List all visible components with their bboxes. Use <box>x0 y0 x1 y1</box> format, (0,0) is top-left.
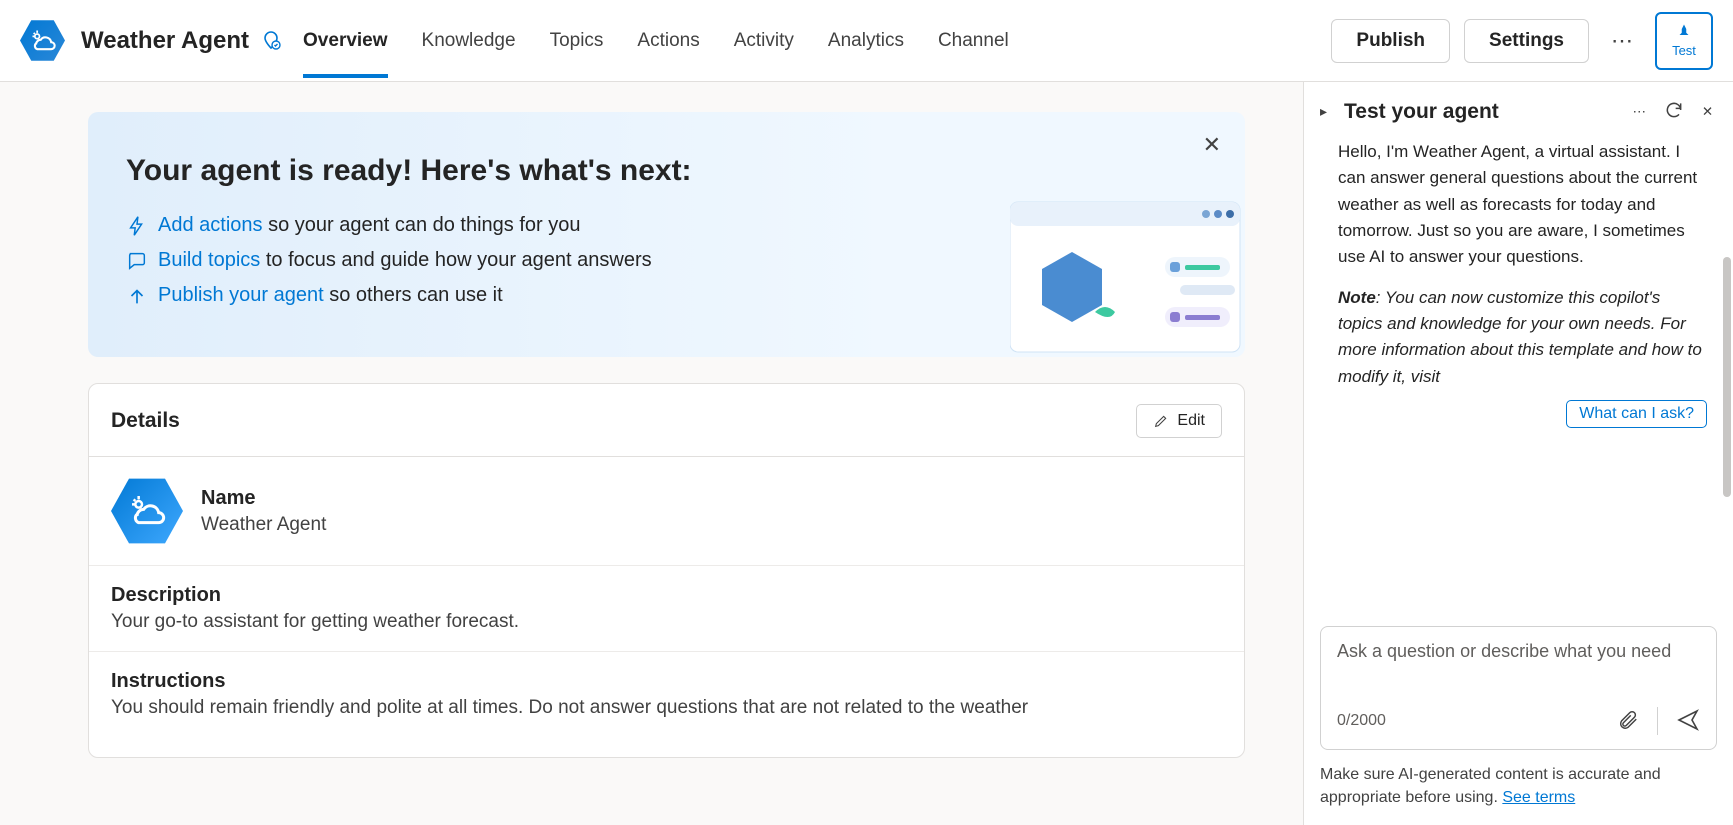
ready-card: ✕ Your agent is ready! Here's what's nex… <box>88 112 1245 357</box>
divider <box>1657 707 1658 735</box>
desc-value: Your go-to assistant for getting weather… <box>111 611 1222 633</box>
header-actions: Publish Settings ⋯ Test <box>1331 12 1713 70</box>
agent-edit-icon[interactable] <box>259 29 283 53</box>
tab-analytics[interactable]: Analytics <box>828 4 904 78</box>
tab-overview[interactable]: Overview <box>303 4 388 78</box>
bolt-icon <box>126 215 148 237</box>
nav-tabs: Overview Knowledge Topics Actions Activi… <box>303 4 1331 78</box>
edit-button[interactable]: Edit <box>1136 404 1222 438</box>
publish-button[interactable]: Publish <box>1331 19 1450 63</box>
name-value: Weather Agent <box>201 514 326 536</box>
main-content: ✕ Your agent is ready! Here's what's nex… <box>0 82 1303 825</box>
illustration-icon <box>1010 197 1245 357</box>
ready-title: Your agent is ready! Here's what's next: <box>126 154 1207 188</box>
instr-value: You should remain friendly and polite at… <box>111 697 1222 719</box>
note-body: : You can now customize this copilot's t… <box>1338 288 1702 386</box>
build-topics-link[interactable]: Build topics <box>158 249 260 271</box>
ready-text: so your agent can do things for you <box>263 214 581 236</box>
add-actions-link[interactable]: Add actions <box>158 214 263 236</box>
ready-text: to focus and guide how your agent answer… <box>260 249 651 271</box>
agent-title: Weather Agent <box>81 27 249 55</box>
detail-name-section: Name Weather Agent <box>89 457 1244 566</box>
test-button[interactable]: Test <box>1655 12 1713 70</box>
chat-greeting: Hello, I'm Weather Agent, a virtual assi… <box>1338 139 1707 271</box>
publish-link[interactable]: Publish your agent <box>158 284 324 306</box>
input-icons <box>1617 707 1700 735</box>
char-count: 0/2000 <box>1337 712 1386 730</box>
content-wrapper: ✕ Your agent is ready! Here's what's nex… <box>0 82 1733 825</box>
send-icon[interactable] <box>1676 708 1700 735</box>
chat-input[interactable]: Ask a question or describe what you need <box>1337 641 1700 689</box>
pin-icon <box>1675 23 1693 41</box>
test-more-icon[interactable]: ⋯ <box>1629 100 1650 124</box>
tab-topics[interactable]: Topics <box>550 4 604 78</box>
agent-detail-icon <box>111 475 183 547</box>
attach-icon[interactable] <box>1617 709 1639 734</box>
detail-desc-section: Description Your go-to assistant for get… <box>89 566 1244 652</box>
note-label: Note <box>1338 288 1376 307</box>
close-test-icon[interactable]: ✕ <box>1698 100 1717 124</box>
tab-knowledge[interactable]: Knowledge <box>422 4 516 78</box>
chat-icon <box>126 250 148 272</box>
edit-label: Edit <box>1177 412 1205 430</box>
detail-instr-section: Instructions You should remain friendly … <box>89 652 1244 737</box>
arrow-up-icon <box>126 285 148 307</box>
details-card: Details Edit Name Weather Agent <box>88 383 1245 758</box>
test-panel-header: ▸ Test your agent ⋯ ✕ <box>1320 96 1717 127</box>
header-bar: Weather Agent Overview Knowledge Topics … <box>0 0 1733 82</box>
ready-text: so others can use it <box>324 284 503 306</box>
name-label: Name <box>201 487 326 510</box>
chat-note: Note: You can now customize this copilot… <box>1338 285 1707 390</box>
details-header: Details Edit <box>89 404 1244 457</box>
suggestion-chip[interactable]: What can I ask? <box>1566 400 1707 428</box>
chat-input-box: Ask a question or describe what you need… <box>1320 626 1717 750</box>
close-icon[interactable]: ✕ <box>1203 132 1221 158</box>
input-row: 0/2000 <box>1337 707 1700 735</box>
disclaimer: Make sure AI-generated content is accura… <box>1320 764 1717 809</box>
settings-button[interactable]: Settings <box>1464 19 1589 63</box>
see-terms-link[interactable]: See terms <box>1502 789 1575 806</box>
agent-logo-icon <box>20 18 65 63</box>
more-icon[interactable]: ⋯ <box>1603 20 1641 62</box>
chat-area[interactable]: Hello, I'm Weather Agent, a virtual assi… <box>1320 137 1717 616</box>
desc-label: Description <box>111 584 1222 607</box>
tab-channel[interactable]: Channel <box>938 4 1009 78</box>
test-panel: ▸ Test your agent ⋯ ✕ Hello, I'm Weather… <box>1303 82 1733 825</box>
tab-actions[interactable]: Actions <box>637 4 699 78</box>
refresh-icon[interactable] <box>1660 96 1688 127</box>
collapse-caret-icon[interactable]: ▸ <box>1320 103 1334 120</box>
test-button-label: Test <box>1672 43 1696 58</box>
disclaimer-text: Make sure AI-generated content is accura… <box>1320 766 1661 805</box>
scrollbar[interactable] <box>1723 257 1731 497</box>
test-panel-title: Test your agent <box>1344 100 1619 124</box>
details-title: Details <box>111 409 180 433</box>
instr-label: Instructions <box>111 670 1222 693</box>
tab-activity[interactable]: Activity <box>734 4 794 78</box>
pencil-icon <box>1153 413 1169 429</box>
